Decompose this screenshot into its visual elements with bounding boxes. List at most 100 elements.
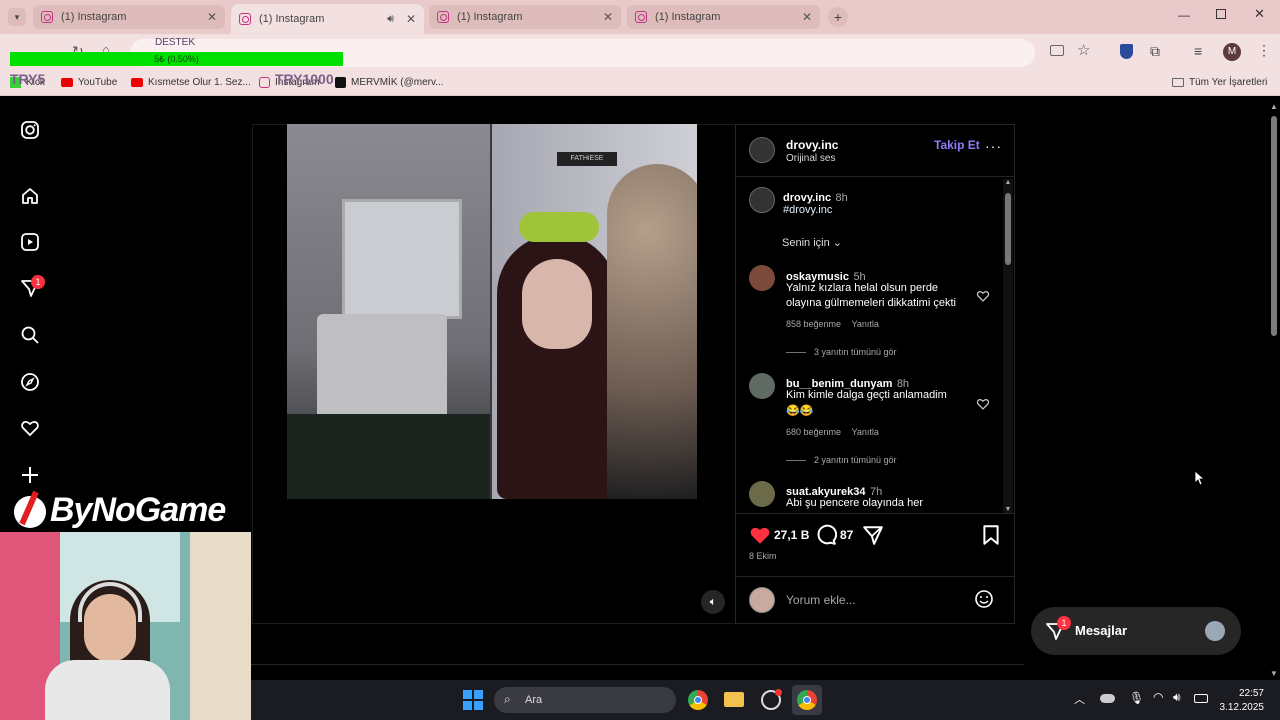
taskbar-search[interactable]: ⌕ Ara (494, 687, 676, 713)
more-options-icon[interactable]: ··· (985, 138, 1002, 154)
author-avatar[interactable] (749, 137, 775, 163)
view-replies-button[interactable]: 3 yanıtın tümünü gör (786, 347, 897, 357)
comment-button[interactable] (815, 524, 838, 551)
bookmark-star-icon[interactable]: ☆ (1077, 41, 1090, 59)
tab-title: (1) Instagram (259, 13, 325, 25)
like-button[interactable] (749, 524, 771, 551)
bookmark-label: Kısmetse Olur 1. Sez... (148, 77, 251, 88)
media-control-icon[interactable]: ≡ (1194, 43, 1202, 59)
comment-like-icon[interactable] (976, 397, 990, 416)
browser-tab[interactable]: (1) Instagram ✕ (33, 5, 225, 29)
donation-label: DESTEK (155, 37, 196, 48)
save-bookmark-button[interactable] (981, 524, 1001, 551)
explore-nav-icon[interactable] (20, 372, 40, 392)
instagram-icon (41, 11, 53, 23)
comment-count[interactable]: 87 (840, 528, 853, 542)
messages-widget[interactable]: 1 Mesajlar (1031, 607, 1241, 655)
scroll-up-arrow[interactable]: ▲ (1003, 179, 1013, 186)
chrome-active-taskbar-icon[interactable] (792, 685, 822, 715)
caption-hashtag[interactable]: #drovy.inc (783, 204, 832, 216)
home-nav-icon[interactable] (20, 186, 40, 206)
scrollbar-thumb[interactable] (1005, 193, 1011, 265)
profile-avatar[interactable]: M (1223, 43, 1241, 61)
reply-button[interactable]: Yanıtla (852, 427, 879, 437)
search-nav-icon[interactable] (20, 325, 40, 345)
bookmark-item[interactable]: YouTube (61, 77, 117, 88)
comment-like-icon[interactable] (976, 289, 990, 308)
reels-nav-icon[interactable] (20, 232, 40, 252)
onedrive-icon[interactable] (1100, 694, 1115, 703)
follow-button[interactable]: Takip Et (934, 138, 980, 152)
reply-button[interactable]: Yanıtla (852, 319, 879, 329)
new-tab-button[interactable]: + (828, 7, 848, 27)
tray-chevron-icon[interactable]: ︿ (1074, 691, 1085, 707)
caption-username[interactable]: drovy.inc (783, 192, 831, 204)
video-frog-headband (519, 212, 599, 242)
like-count[interactable]: 27,1 B (774, 528, 809, 542)
extensions-icon[interactable]: ⧉ (1150, 43, 1160, 60)
my-avatar[interactable] (749, 587, 775, 613)
clock-date[interactable]: 3.12.2025 (1212, 702, 1265, 713)
menu-icon[interactable]: ⋮ (1257, 42, 1271, 59)
microphone-icon[interactable]: 🎙︎ (1129, 691, 1144, 705)
comment-like-count[interactable]: 680 beğenme (786, 427, 841, 437)
close-icon[interactable]: ✕ (802, 10, 812, 24)
all-bookmarks-button[interactable]: Tüm Yer İşaretleri (1172, 77, 1267, 88)
speaker-icon[interactable]: 🔊︎ (387, 13, 394, 26)
shield-extension-icon[interactable] (1120, 44, 1133, 59)
scroll-down-arrow[interactable]: ▼ (1268, 669, 1280, 678)
caption-avatar[interactable] (749, 187, 775, 213)
close-icon[interactable]: ✕ (406, 12, 416, 26)
wifi-icon[interactable]: ◠ (1153, 690, 1163, 704)
bynogame-logo: ByNoGame (12, 488, 237, 532)
minimize-button[interactable]: — (1178, 8, 1190, 22)
page-scrollbar[interactable]: ▲ ▼ (1268, 100, 1280, 680)
windows-start-icon[interactable] (463, 690, 483, 710)
folder-icon (1172, 78, 1184, 87)
instagram-icon (259, 77, 270, 88)
obs-taskbar-icon[interactable] (761, 689, 782, 710)
bookmark-item[interactable]: Kısmetse Olur 1. Sez... (131, 77, 251, 88)
install-app-icon[interactable] (1050, 45, 1064, 56)
comment-sort-dropdown[interactable]: Senin için ⌄ (782, 236, 842, 249)
scrollbar-thumb[interactable] (1271, 116, 1277, 336)
emoji-picker-icon[interactable] (974, 589, 994, 614)
comment-like-count[interactable]: 858 beğenme (786, 319, 841, 329)
share-button[interactable] (862, 524, 884, 551)
create-nav-icon[interactable] (20, 465, 40, 485)
audio-label[interactable]: Orijinal ses (786, 153, 835, 164)
tab-search-button[interactable]: ▾ (8, 8, 26, 26)
commenter-avatar[interactable] (749, 481, 775, 507)
browser-tab-active[interactable]: (1) Instagram 🔊︎ ✕ (231, 4, 424, 34)
bookmark-item[interactable]: MERVMİK (@merv... (335, 77, 444, 88)
scroll-up-arrow[interactable]: ▲ (1268, 102, 1280, 111)
clock-time[interactable]: 22:57 (1222, 688, 1264, 699)
browser-tab[interactable]: (1) Instagram ✕ (429, 5, 621, 29)
commenter-avatar[interactable] (749, 265, 775, 291)
close-window-button[interactable]: ✕ (1254, 6, 1265, 22)
comment-input[interactable]: Yorum ekle... (786, 593, 966, 607)
close-icon[interactable]: ✕ (603, 10, 613, 24)
reel-video[interactable]: FATHiESE (287, 124, 697, 499)
commenter-avatar[interactable] (749, 373, 775, 399)
heart-nav-icon[interactable] (20, 418, 40, 438)
mute-button[interactable]: 🔈︎ (701, 590, 725, 614)
tiktok-icon (335, 77, 346, 88)
battery-icon[interactable] (1194, 694, 1208, 703)
comment-text: Kim kimle dalga geçti anlamadim (786, 389, 947, 401)
volume-icon[interactable]: 🔊︎ (1173, 690, 1181, 705)
chrome-taskbar-icon[interactable] (688, 690, 708, 710)
scroll-down-arrow[interactable]: ▼ (1003, 506, 1013, 513)
bookmark-label: YouTube (78, 77, 118, 88)
comments-scrollbar[interactable]: ▲ ▼ (1003, 179, 1013, 513)
view-replies-button[interactable]: 2 yanıtın tümünü gör (786, 455, 897, 465)
browser-tab[interactable]: (1) Instagram ✕ (627, 5, 820, 29)
close-icon[interactable]: ✕ (207, 10, 217, 24)
file-explorer-icon[interactable] (724, 692, 744, 707)
instagram-logo-icon[interactable] (20, 120, 40, 140)
tab-title: (1) Instagram (61, 11, 127, 23)
maximize-button[interactable] (1216, 9, 1226, 19)
view-replies-label: 2 yanıtın tümünü gör (814, 455, 897, 465)
author-username[interactable]: drovy.inc (786, 138, 838, 152)
input-divider (736, 576, 1014, 577)
